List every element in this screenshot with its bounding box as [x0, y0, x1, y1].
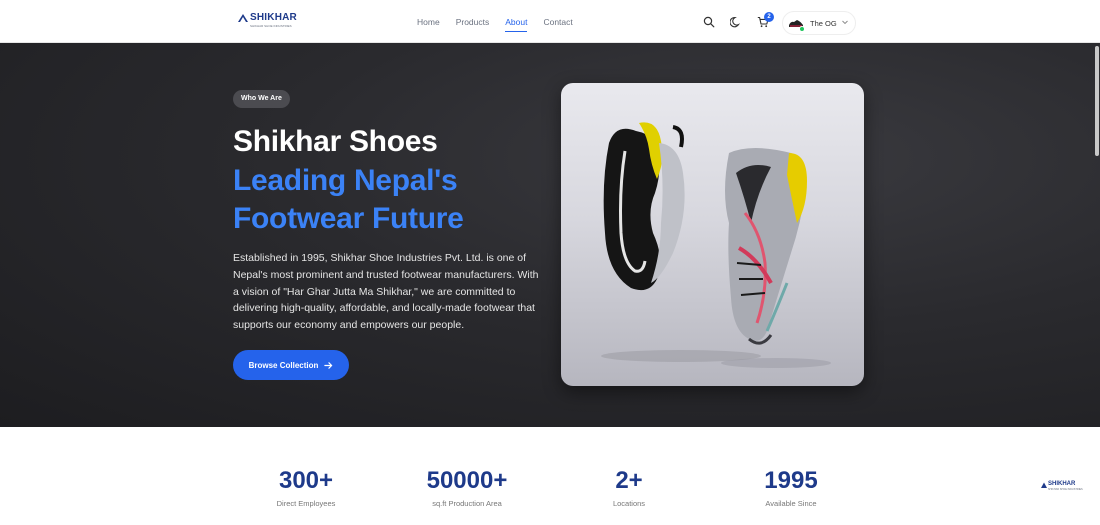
nav-products[interactable]: Products [456, 17, 490, 31]
stat-value: 300+ [278, 467, 334, 494]
hero-section: Who We Are Shikhar Shoes Leading Nepal's… [0, 43, 1100, 427]
shoes-illustration [601, 122, 831, 368]
footer-brand-tagline: SHIKHAR SHOE INDUSTRIES [1048, 488, 1083, 491]
brand-name: SHIKHAR [250, 12, 297, 23]
stat-label: Available Since [765, 499, 817, 508]
user-menu[interactable]: The OG [782, 11, 856, 35]
stat-value: 2+ [615, 467, 643, 494]
stat-label: Locations [612, 499, 646, 508]
search-icon[interactable] [703, 16, 715, 28]
arrow-right-icon [324, 361, 333, 369]
brand-tagline: SHIKHAR SHOE INDUSTRIES [250, 24, 292, 28]
stat-label: Direct Employees [276, 499, 336, 508]
brand-logo[interactable]: SHIKHAR SHIKHAR SHOE INDUSTRIES [238, 12, 298, 32]
hero-description: Established in 1995, Shikhar Shoe Indust… [233, 252, 539, 332]
hero-shoe-image [561, 83, 864, 386]
hero-subtitle-line1: Leading Nepal's [233, 164, 458, 197]
nav-contact[interactable]: Contact [543, 17, 572, 31]
page-scrollbar[interactable] [1095, 46, 1099, 156]
stat-value: 1995 [764, 467, 818, 494]
nav-about[interactable]: About [505, 17, 528, 32]
nav-links: Home Products About Contact [417, 17, 589, 32]
stats-section: 300+ Direct Employees 50000+ sq.ft Produ… [0, 427, 1100, 525]
mountain-icon [1041, 482, 1047, 488]
hero-title: Shikhar Shoes [233, 125, 438, 158]
user-name: The OG [810, 19, 837, 28]
footer-logo: SHIKHAR SHIKHAR SHOE INDUSTRIES [1041, 481, 1083, 495]
stat-value: 50000+ [426, 467, 508, 494]
stat-available-since: 1995 Available Since [731, 467, 851, 508]
browse-collection-label: Browse Collection [248, 360, 319, 370]
stat-locations: 2+ Locations [569, 467, 689, 508]
hero-badge: Who We Are [233, 90, 290, 108]
stat-label: sq.ft Production Area [432, 499, 502, 508]
mountain-icon [238, 14, 248, 22]
chevron-down-icon [842, 20, 848, 25]
footer-brand-name: SHIKHAR [1048, 481, 1076, 487]
stat-production-area: 50000+ sq.ft Production Area [407, 467, 527, 508]
moon-icon[interactable] [730, 16, 742, 28]
online-status-dot [799, 26, 805, 32]
stat-employees: 300+ Direct Employees [246, 467, 366, 508]
nav-home[interactable]: Home [417, 17, 440, 31]
navbar: SHIKHAR SHIKHAR SHOE INDUSTRIES Home Pro… [0, 0, 1100, 43]
browse-collection-button[interactable]: Browse Collection [233, 350, 349, 380]
hero-subtitle-line2: Footwear Future [233, 202, 464, 235]
cart-count-badge: 2 [764, 12, 774, 22]
